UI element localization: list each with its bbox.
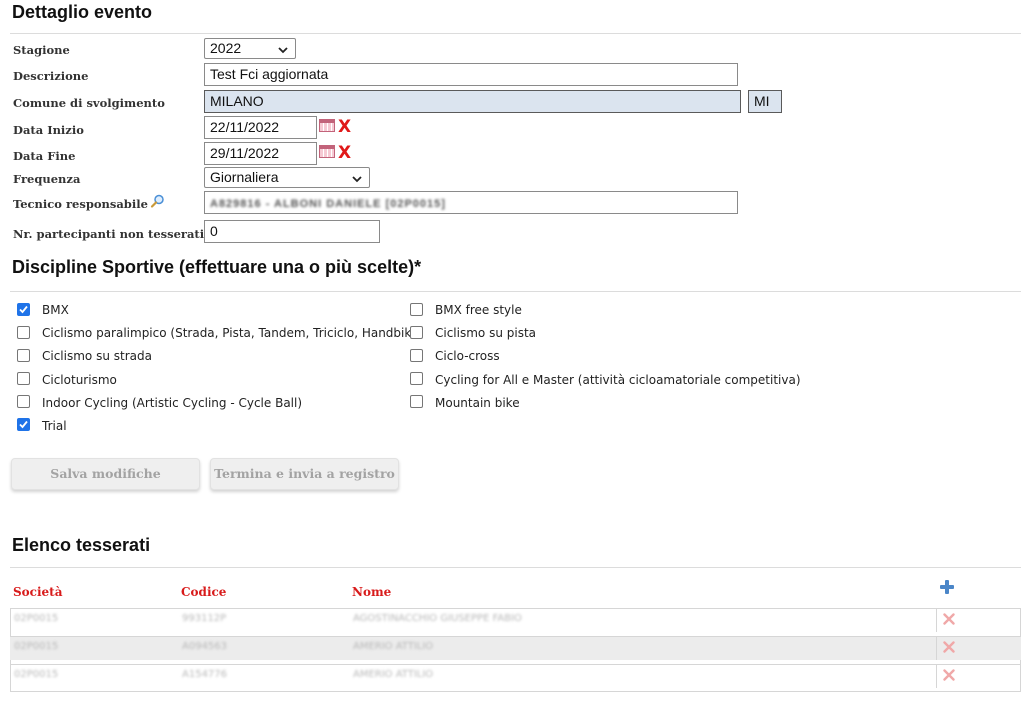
stagione-label: Stagione [13,43,70,57]
tecnico-value: A829816 - ALBONI DANIELE [02P0015] [210,198,446,210]
chevron-down-icon [278,47,288,54]
clear-x-icon[interactable]: X [338,143,351,163]
cell-societa: 02P0015 [14,641,59,652]
discipline-checkbox-bmx-freestyle[interactable] [410,303,423,316]
calendar-icon[interactable] [319,119,335,132]
frequenza-value: Giornaliera [210,169,279,185]
page-title: Dettaglio evento [12,2,153,22]
column-header-societa[interactable]: Società [13,585,63,599]
check-icon [19,420,28,429]
divider [10,33,1021,34]
stagione-value: 2022 [210,40,242,56]
data-fine-input[interactable]: 29/11/2022 [204,142,317,165]
cell-societa: 02P0015 [14,613,59,624]
frequenza-select[interactable]: Giornaliera [204,167,370,188]
discipline-label: Ciclismo su pista [435,326,537,340]
discipline-label: Mountain bike [435,396,520,410]
delete-x-icon[interactable] [943,641,955,653]
column-header-codice[interactable]: Codice [181,585,226,599]
cell-societa: 02P0015 [14,669,59,680]
discipline-checkbox-pista[interactable] [410,326,423,339]
discipline-label: Indoor Cycling (Artistic Cycling - Cycle… [42,396,303,410]
discipline-label: BMX free style [435,303,522,317]
check-icon [19,305,28,314]
tecnico-label: Tecnico responsabile [13,197,148,211]
submit-to-registry-button[interactable]: Termina e invia a registro [210,458,399,490]
data-inizio-label: Data Inizio [13,123,84,137]
save-button[interactable]: Salva modifiche [11,458,200,490]
discipline-checkbox-paralimpico[interactable] [17,326,30,339]
tecnico-input[interactable]: A829816 - ALBONI DANIELE [02P0015] [204,191,738,214]
discipline-label: Ciclismo paralimpico (Strada, Pista, Tan… [42,326,423,340]
members-title: Elenco tesserati [12,535,151,555]
divider [10,291,1021,292]
delete-x-icon[interactable] [943,669,955,681]
table-row[interactable]: 02P0015 A154776 AMERIO ATTILIO [10,664,1021,688]
descrizione-label: Descrizione [13,69,89,83]
descrizione-input[interactable]: Test Fci aggiornata [204,63,738,86]
chevron-down-icon [352,176,362,183]
discipline-checkbox-mountain-bike[interactable] [410,395,423,408]
cell-nome: AMERIO ATTILIO [353,669,434,680]
disciplines-title: Discipline Sportive (effettuare una o pi… [12,257,422,277]
discipline-label: Cycling for All e Master (attività ciclo… [435,373,801,387]
column-header-nome[interactable]: Nome [352,585,391,599]
discipline-checkbox-trial[interactable] [17,418,30,431]
discipline-checkbox-indoor[interactable] [17,395,30,408]
discipline-checkbox-ciclocross[interactable] [410,349,423,362]
delete-cell [936,665,1021,688]
cell-nome: AGOSTINACCHIO GIUSEPPE FABIO [353,613,522,624]
discipline-label: Ciclo-cross [435,349,500,363]
partecipanti-input[interactable]: 0 [204,220,380,243]
discipline-checkbox-cicloturismo[interactable] [17,372,30,385]
discipline-checkbox-bmx[interactable] [17,303,30,316]
delete-cell [936,637,1021,660]
delete-cell [936,609,1021,632]
comune-input[interactable]: MILANO [204,90,741,113]
add-plus-icon[interactable] [940,580,954,594]
clear-x-icon[interactable]: X [338,117,351,137]
comune-label: Comune di svolgimento [13,96,165,110]
discipline-label: BMX [42,303,69,317]
discipline-label: Cicloturismo [42,373,117,387]
discipline-label: Ciclismo su strada [42,349,152,363]
cell-codice: A094563 [182,641,228,652]
table-row[interactable]: 02P0015 A094563 AMERIO ATTILIO [10,636,1021,660]
calendar-icon[interactable] [319,145,335,158]
partecipanti-label: Nr. partecipanti non tesserati [13,227,205,241]
cell-codice: A154776 [182,669,228,680]
table-row[interactable]: 02P0015 993112P AGOSTINACCHIO GIUSEPPE F… [10,608,1021,632]
data-fine-label: Data Fine [13,149,76,163]
search-icon[interactable] [150,194,165,209]
discipline-checkbox-strada[interactable] [17,349,30,362]
delete-x-icon[interactable] [943,613,955,625]
discipline-label: Trial [42,419,67,433]
frequenza-label: Frequenza [13,172,81,186]
stagione-select[interactable]: 2022 [204,38,296,59]
provincia-input[interactable]: MI [748,90,782,113]
cell-codice: 993112P [182,613,227,624]
data-inizio-input[interactable]: 22/11/2022 [204,116,317,139]
divider [10,567,1021,568]
discipline-checkbox-cycling-for-all[interactable] [410,372,423,385]
cell-nome: AMERIO ATTILIO [353,641,434,652]
